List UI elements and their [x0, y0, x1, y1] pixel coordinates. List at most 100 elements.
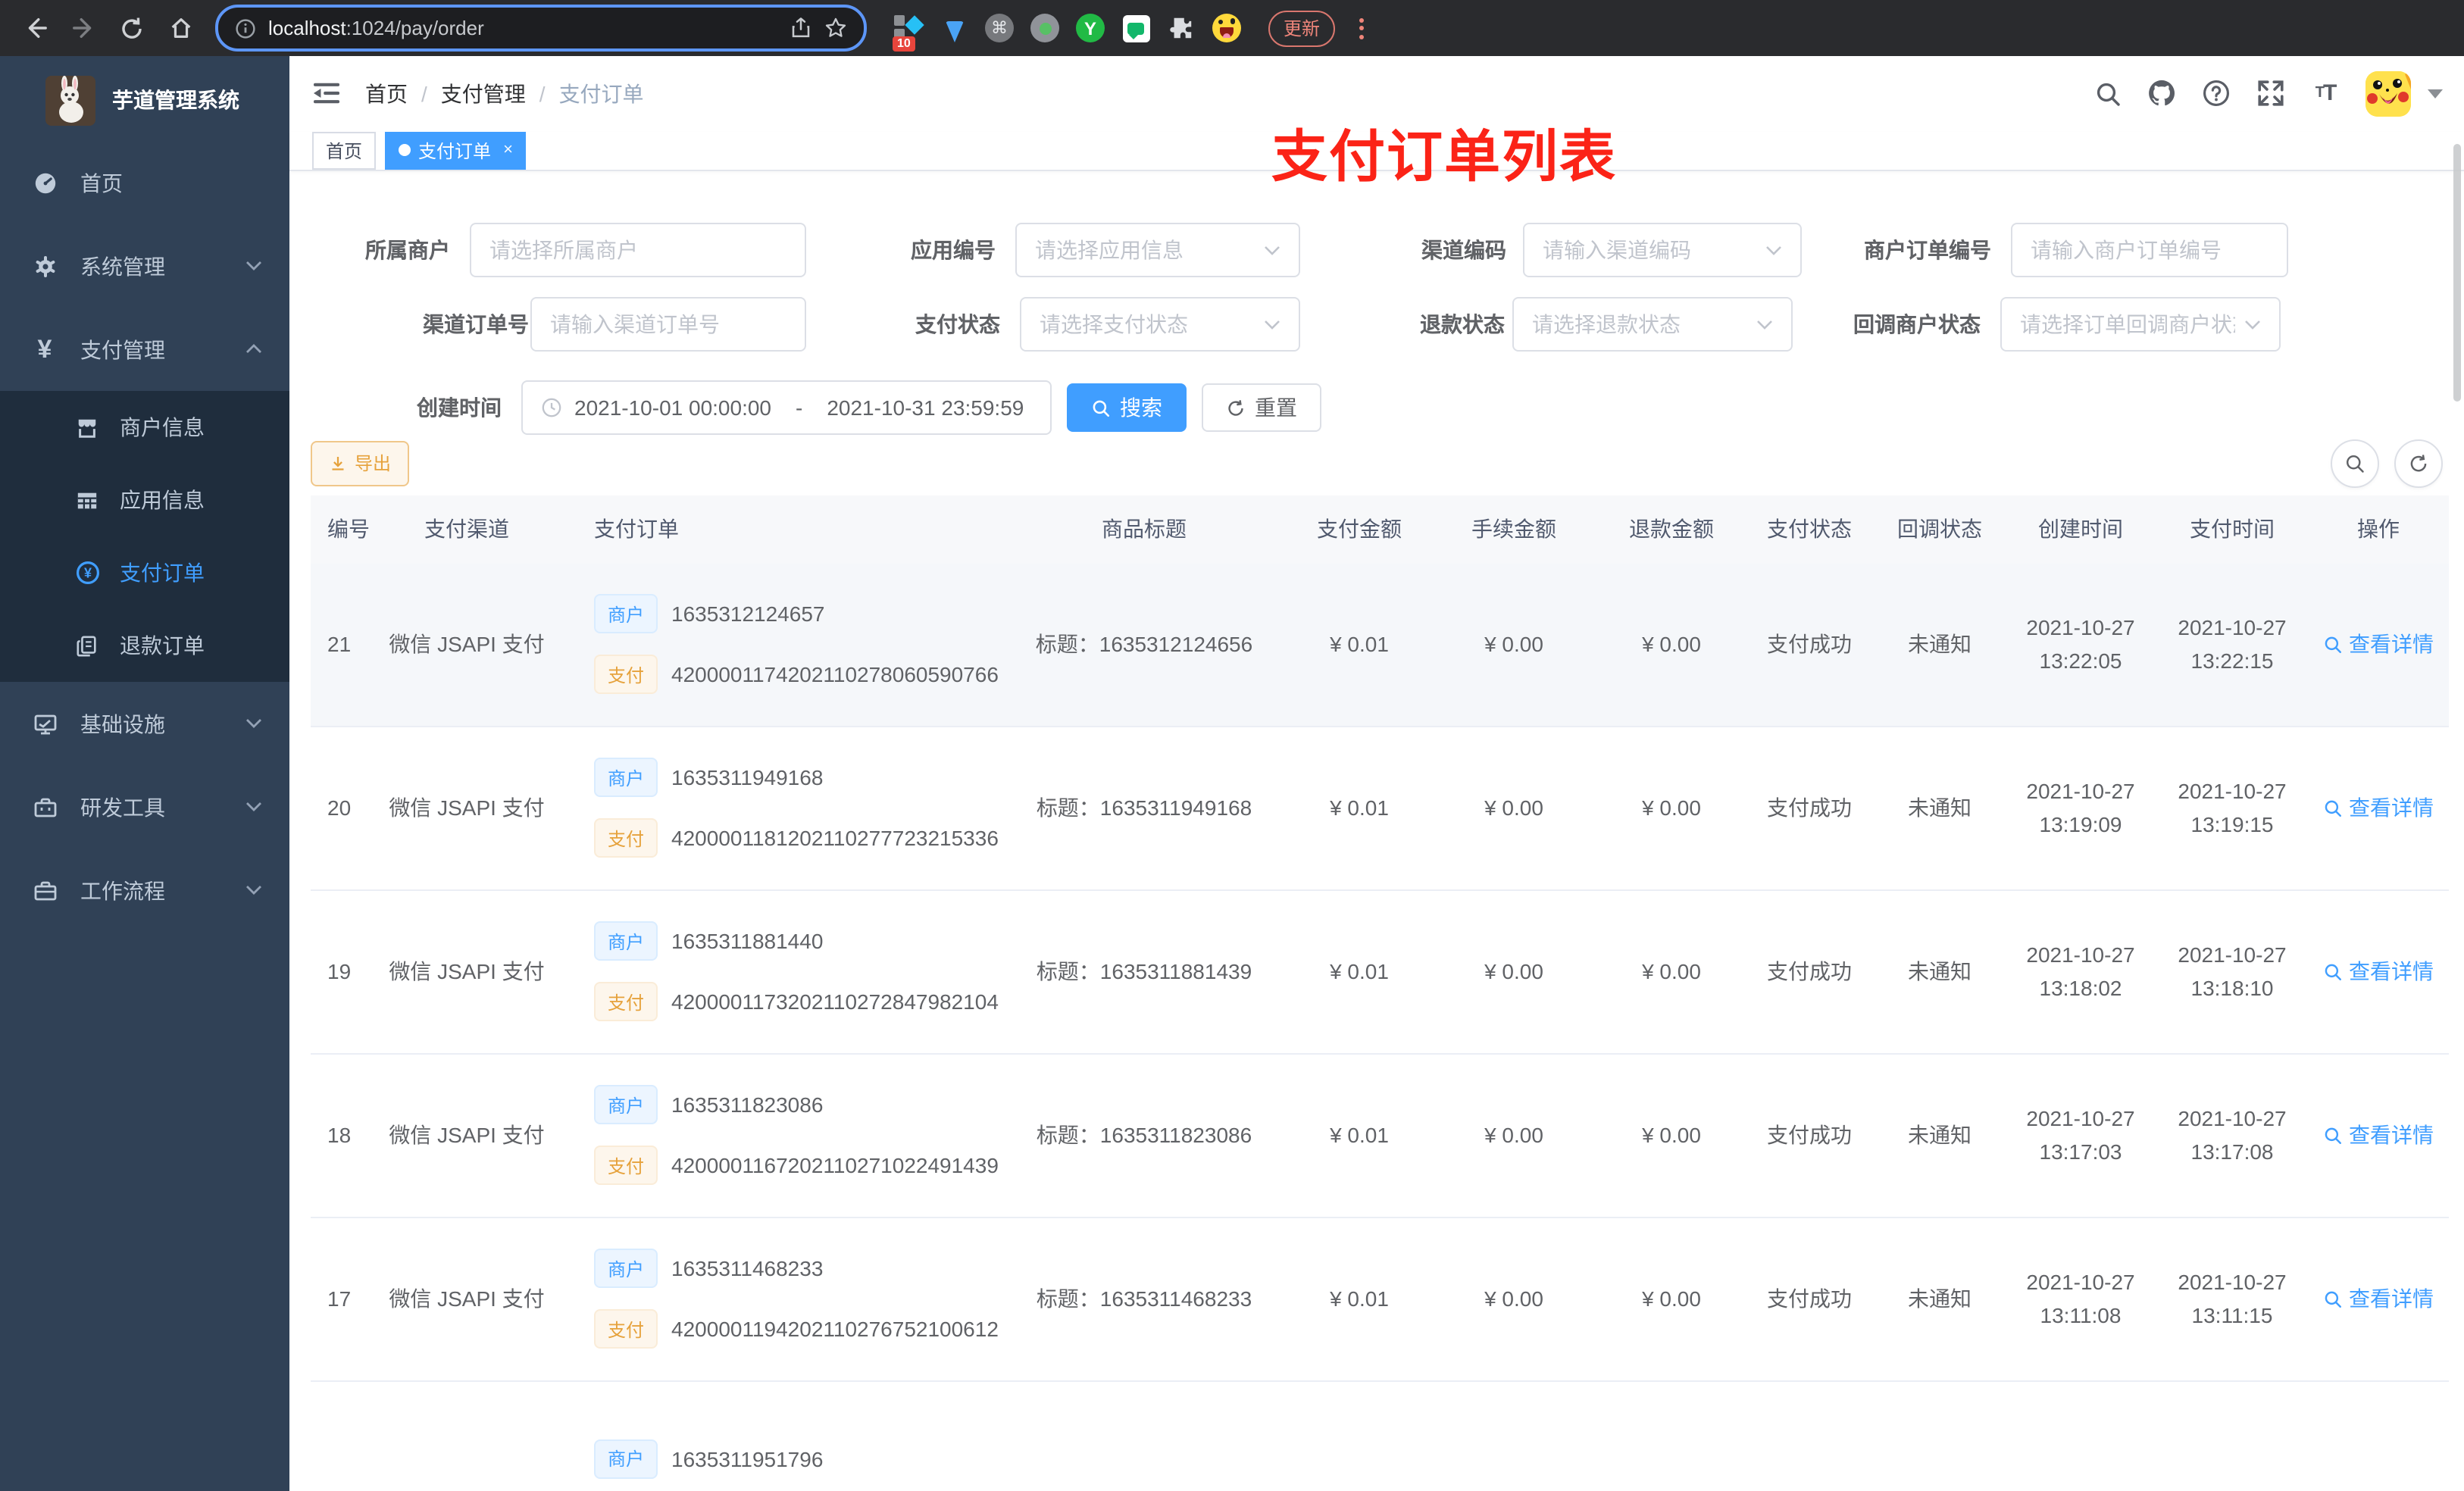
tag-pay-order-label: 支付订单: [418, 140, 492, 162]
avatar[interactable]: [2366, 70, 2411, 117]
cell-channel: 微信 JSAPI 支付: [389, 959, 545, 984]
sidebar-item-workflow[interactable]: 工作流程: [0, 849, 289, 932]
fullscreen-icon[interactable]: [2256, 80, 2285, 108]
browser-menu-icon[interactable]: [1359, 17, 1365, 39]
sidebar-item-infra[interactable]: 基础设施: [0, 682, 289, 765]
cell-amount: ¥ 0.01: [1330, 796, 1389, 821]
pay-tag: 支付: [594, 655, 658, 695]
sidebar-item-home[interactable]: 首页: [0, 141, 289, 224]
cell-status: 支付成功: [1767, 632, 1852, 657]
chevron-down-icon: [245, 885, 262, 896]
view-detail-link[interactable]: 查看详情: [2323, 1284, 2434, 1314]
notify-status-placeholder: 请选择订单回调商户状态: [2020, 312, 2235, 337]
cell-create-time: 2021-10-27 13:11:08: [2026, 1270, 2135, 1328]
sidebar-item-system[interactable]: 系统管理: [0, 224, 289, 308]
refresh-table-button[interactable]: [2394, 439, 2443, 488]
reset-button-label: 重置: [1255, 395, 1297, 420]
url-bar[interactable]: localhost :1024/pay/order: [215, 5, 867, 52]
breadcrumb-current: 支付订单: [558, 81, 644, 106]
caret-down-icon[interactable]: [2428, 89, 2443, 98]
sidebar-item-pay[interactable]: ¥ 支付管理: [0, 308, 289, 391]
back-icon[interactable]: [15, 8, 55, 48]
hamburger-icon[interactable]: [312, 81, 341, 107]
toggle-search-button[interactable]: [2331, 439, 2379, 488]
breadcrumb-pay[interactable]: 支付管理: [441, 79, 526, 109]
scrollbar-thumb[interactable]: [2453, 144, 2461, 402]
col-title: 商品标题: [1102, 517, 1187, 542]
cell-pay-order: 商户 1635311468233 支付 4200001194202110276752…: [556, 1249, 999, 1349]
breadcrumb-home[interactable]: 首页: [365, 79, 408, 109]
ext-emoji-icon[interactable]: [1212, 14, 1241, 42]
ext-y-icon[interactable]: Y: [1076, 14, 1105, 42]
channel-code-select[interactable]: 请输入渠道编码: [1523, 223, 1802, 278]
cell-id: 19: [327, 959, 352, 984]
view-detail-link[interactable]: 查看详情: [2323, 1121, 2434, 1151]
date-separator: -: [796, 395, 803, 420]
sidebar-item-pay-order[interactable]: ¥ 支付订单: [0, 536, 289, 609]
cell-pay-time: 2021-10-27 13:11:15: [2178, 1270, 2287, 1328]
view-detail-link[interactable]: 查看详情: [2323, 957, 2434, 987]
tag-home[interactable]: 首页: [312, 131, 377, 170]
fontsize-icon[interactable]: TT: [2311, 80, 2340, 108]
view-detail-link[interactable]: 查看详情: [2323, 630, 2434, 660]
export-button[interactable]: 导出: [311, 440, 410, 486]
channel-order-no-input[interactable]: 请输入渠道订单号: [530, 297, 806, 352]
cell-create-time: 2021-10-27 13:19:09: [2026, 779, 2135, 837]
pay-status-select[interactable]: 请选择支付状态: [1020, 297, 1300, 352]
sidebar: 芋道管理系统 首页 系统管理 ¥ 支付管理 商户信息 应用信息 ¥ 支付订单 退…: [0, 56, 289, 1491]
sidebar-item-merchant-info[interactable]: 商户信息: [0, 391, 289, 464]
cell-id: 20: [327, 796, 352, 821]
share-icon[interactable]: [790, 17, 812, 39]
table-header: 编号 支付渠道 支付订单 商品标题 支付金额 手续金额 退款金额 支付状态 回调…: [311, 495, 2449, 564]
pay-transaction-number: 4200001174202110278060590766: [671, 662, 999, 687]
breadcrumb: 首页 / 支付管理 / 支付订单: [365, 79, 644, 109]
ext-recorder-icon[interactable]: [1030, 14, 1059, 42]
merchant-order-number: 1635311881440: [671, 929, 824, 954]
cell-refund: ¥ 0.00: [1642, 959, 1701, 984]
merchant-tag: 商户: [594, 1439, 658, 1479]
tag-pay-order[interactable]: 支付订单 ×: [385, 131, 527, 170]
help-icon[interactable]: [2202, 80, 2231, 108]
merchant-input[interactable]: 请选择所属商户: [470, 223, 806, 278]
sidebar-item-refund-order[interactable]: 退款订单: [0, 609, 289, 682]
view-detail-link[interactable]: 查看详情: [2323, 793, 2434, 824]
ext-command-icon[interactable]: ⌘: [985, 14, 1014, 42]
app-select[interactable]: 请选择应用信息: [1015, 223, 1300, 278]
sidebar-item-devtool[interactable]: 研发工具: [0, 765, 289, 849]
view-detail-label: 查看详情: [2349, 1123, 2434, 1148]
cell-channel: 微信 JSAPI 支付: [389, 1123, 545, 1148]
tag-close-icon[interactable]: ×: [503, 142, 513, 160]
refund-status-select[interactable]: 请选择退款状态: [1512, 297, 1793, 352]
search-button[interactable]: 搜索: [1067, 383, 1187, 433]
extensions-puzzle-icon[interactable]: [1167, 14, 1196, 42]
merchant-tag: 商户: [594, 1085, 658, 1125]
ext-chat-icon[interactable]: [1121, 14, 1150, 42]
sidebar-label-devtool: 研发工具: [80, 795, 165, 819]
browser-toolbar: localhost :1024/pay/order 10 ⌘ Y 更新: [0, 0, 2464, 56]
home-icon[interactable]: [161, 8, 200, 48]
grid-icon: [74, 487, 100, 513]
sidebar-label-merchant-info: 商户信息: [120, 415, 205, 439]
github-icon[interactable]: [2147, 80, 2176, 108]
sidebar-label-refund-order: 退款订单: [120, 633, 205, 658]
sidebar-item-app-info[interactable]: 应用信息: [0, 464, 289, 536]
ext-kite-icon[interactable]: [940, 14, 968, 42]
search-icon[interactable]: [2093, 80, 2122, 108]
table-row-partial: 商户 1635311951796: [311, 1381, 2449, 1491]
svg-text:¥: ¥: [83, 565, 91, 580]
cell-fee: ¥ 0.00: [1484, 632, 1543, 657]
info-icon[interactable]: [235, 17, 256, 39]
cell-fee: ¥ 0.00: [1484, 796, 1543, 821]
reload-icon[interactable]: [112, 8, 152, 48]
merchant-order-no-input[interactable]: 请输入商户订单编号: [2011, 223, 2288, 278]
update-button[interactable]: 更新: [1268, 10, 1336, 46]
ext-blocker-icon[interactable]: 10: [893, 14, 924, 52]
create-time-range-input[interactable]: 2021-10-01 00:00:00 - 2021-10-31 23:59:5…: [521, 380, 1052, 436]
filter-label-app: 应用编号: [911, 238, 996, 263]
reset-button[interactable]: 重置: [1202, 383, 1321, 433]
bookmark-star-icon[interactable]: [824, 17, 847, 39]
forward-icon[interactable]: [64, 8, 103, 48]
notify-status-select[interactable]: 请选择订单回调商户状态: [2000, 297, 2281, 352]
filter-label-create-time: 创建时间: [417, 395, 502, 420]
gear-icon: [32, 253, 58, 279]
